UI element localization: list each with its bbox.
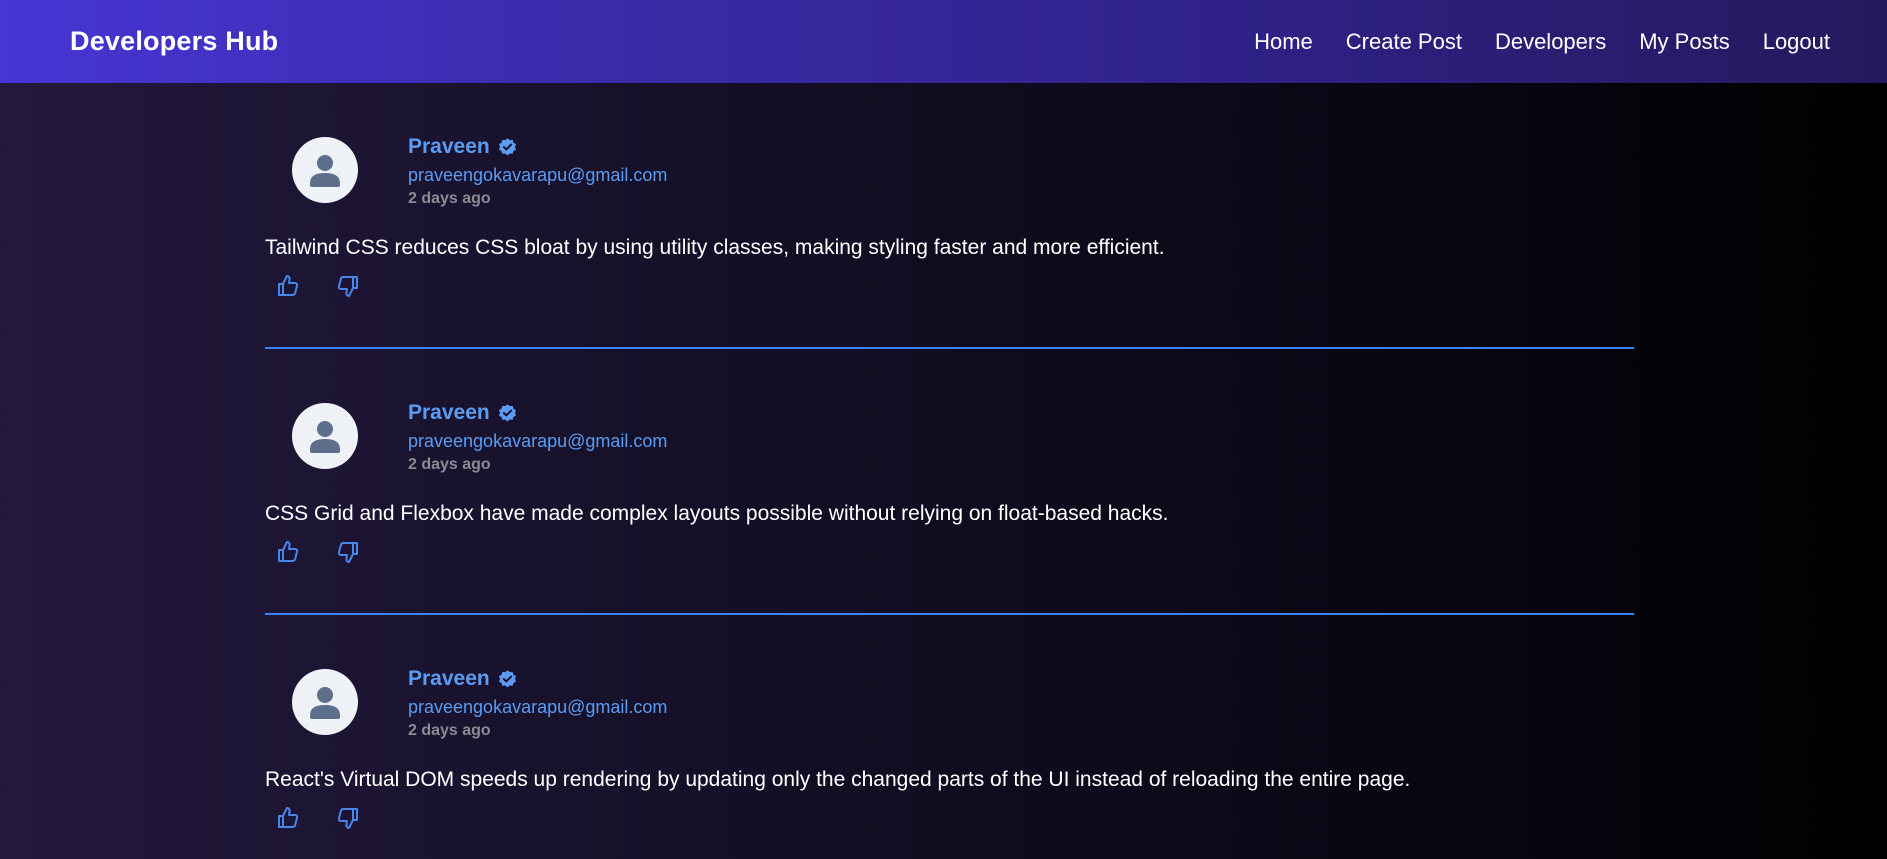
author-email: praveengokavarapu@gmail.com — [408, 165, 668, 185]
post-content: CSS Grid and Flexbox have made complex l… — [265, 502, 1169, 525]
author-email: praveengokavarapu@gmail.com — [408, 431, 668, 451]
author-name-row: Praveen — [408, 134, 667, 160]
post-timestamp: 2 days ago — [408, 722, 491, 739]
post-author: Praveen praveengokavarapu@gmail.com 2 da… — [408, 666, 667, 741]
like-button[interactable] — [275, 273, 301, 299]
author-name[interactable]: Praveen — [408, 134, 490, 160]
post-card: Praveen praveengokavarapu@gmail.com 2 da… — [265, 83, 1634, 349]
user-icon — [310, 155, 340, 187]
avatar[interactable] — [292, 669, 358, 735]
post-content: React's Virtual DOM speeds up rendering … — [265, 768, 1411, 791]
like-button[interactable] — [275, 539, 301, 565]
nav-my-posts-link[interactable]: My Posts — [1639, 29, 1729, 55]
post-author: Praveen praveengokavarapu@gmail.com 2 da… — [408, 400, 667, 475]
nav-developers-link[interactable]: Developers — [1495, 29, 1606, 55]
author-name[interactable]: Praveen — [408, 400, 490, 426]
thumbs-down-icon — [337, 542, 358, 563]
author-email: praveengokavarapu@gmail.com — [408, 697, 668, 717]
nav-create-post-link[interactable]: Create Post — [1346, 29, 1462, 55]
verified-badge-icon — [498, 669, 516, 687]
user-icon — [310, 421, 340, 453]
thumbs-down-icon — [337, 276, 358, 297]
thumbs-down-icon — [337, 808, 358, 829]
post-card: Praveen praveengokavarapu@gmail.com 2 da… — [265, 615, 1634, 859]
post-feed: Praveen praveengokavarapu@gmail.com 2 da… — [265, 83, 1634, 859]
verified-badge-icon — [498, 403, 516, 421]
brand-logo[interactable]: Developers Hub — [70, 26, 278, 57]
author-name-row: Praveen — [408, 400, 667, 426]
thumbs-up-icon — [278, 541, 299, 562]
post-timestamp: 2 days ago — [408, 190, 491, 207]
author-name-row: Praveen — [408, 666, 667, 692]
like-button[interactable] — [275, 805, 301, 831]
post-content: Tailwind CSS reduces CSS bloat by using … — [265, 236, 1165, 259]
navbar: Developers Hub Home Create Post Develope… — [0, 0, 1887, 83]
thumbs-up-icon — [278, 807, 299, 828]
post-reactions — [275, 273, 361, 299]
post-card: Praveen praveengokavarapu@gmail.com 2 da… — [265, 349, 1634, 615]
dislike-button[interactable] — [335, 539, 361, 565]
nav-links: Home Create Post Developers My Posts Log… — [1254, 29, 1830, 55]
post-reactions — [275, 539, 361, 565]
dislike-button[interactable] — [335, 805, 361, 831]
dislike-button[interactable] — [335, 273, 361, 299]
nav-logout-link[interactable]: Logout — [1763, 29, 1830, 55]
nav-home-link[interactable]: Home — [1254, 29, 1313, 55]
post-author: Praveen praveengokavarapu@gmail.com 2 da… — [408, 134, 667, 209]
post-timestamp: 2 days ago — [408, 456, 491, 473]
avatar[interactable] — [292, 137, 358, 203]
author-name[interactable]: Praveen — [408, 666, 490, 692]
verified-badge-icon — [498, 137, 516, 155]
post-reactions — [275, 805, 361, 831]
user-icon — [310, 687, 340, 719]
thumbs-up-icon — [278, 275, 299, 296]
avatar[interactable] — [292, 403, 358, 469]
